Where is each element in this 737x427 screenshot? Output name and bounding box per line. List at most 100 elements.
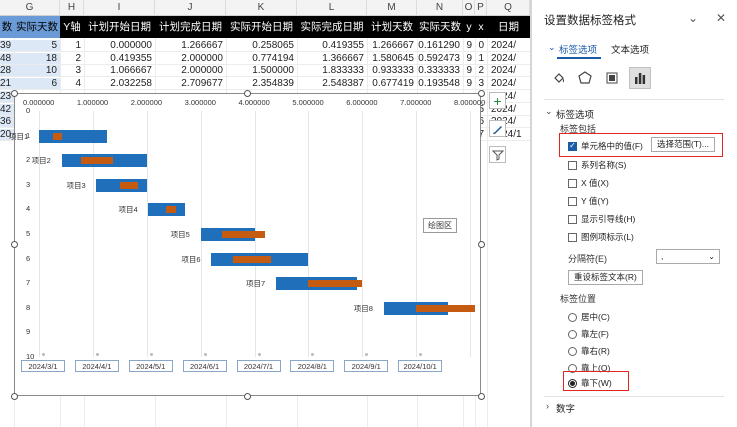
- header-cell[interactable]: 实际完成日期: [297, 16, 367, 38]
- project-label[interactable]: 项目7: [246, 278, 265, 289]
- actual-bar[interactable]: [416, 304, 476, 312]
- chevron-right-icon[interactable]: ›: [546, 401, 549, 411]
- format-data-labels-pane[interactable]: 设置数据标签格式 ⌄ ✕ ⌄ 标签选项 文本选项 ⌄ 标签选项 标签包括 ✓ 单…: [531, 0, 737, 427]
- project-label[interactable]: 项目2: [32, 155, 51, 166]
- table-cell[interactable]: 2.000000: [155, 65, 226, 78]
- date-data-label[interactable]: 2024/5/1: [128, 360, 173, 372]
- data-point[interactable]: [95, 353, 99, 356]
- checkbox-legend-key[interactable]: 图例项标示(L): [568, 231, 634, 243]
- header-cell[interactable]: 实际天数: [14, 16, 60, 38]
- column-header-q[interactable]: Q: [487, 0, 530, 16]
- table-cell[interactable]: 2: [475, 65, 487, 78]
- chart-elements-button[interactable]: +: [489, 92, 506, 109]
- header-cell[interactable]: 实际开始日期: [226, 16, 297, 38]
- plot-area[interactable]: 项目1 项目2 项目3 项目4 项目5 项目6 项目7 项目8: [9, 111, 476, 357]
- date-data-label[interactable]: 2024/9/1: [344, 360, 389, 372]
- column-header-o[interactable]: O: [463, 0, 475, 16]
- table-cell[interactable]: 2024/: [487, 40, 530, 52]
- table-cell[interactable]: 2.000000: [155, 53, 226, 65]
- tab-label-options[interactable]: 标签选项: [559, 42, 597, 56]
- table-cell[interactable]: 0.193548: [417, 78, 463, 91]
- date-data-label[interactable]: 2024/3/1: [21, 360, 65, 372]
- actual-bar[interactable]: [80, 157, 113, 165]
- table-cell[interactable]: 1.066667: [84, 65, 155, 78]
- table-cell[interactable]: 9: [463, 78, 475, 91]
- column-header-m[interactable]: M: [367, 0, 417, 16]
- radio-left[interactable]: 靠左(F): [568, 328, 609, 340]
- column-header-i[interactable]: I: [84, 0, 155, 16]
- section-label-options[interactable]: 标签选项: [556, 107, 594, 121]
- table-cell[interactable]: 42: [0, 103, 14, 116]
- date-data-label[interactable]: 2024/6/1: [182, 360, 227, 372]
- chevron-down-icon[interactable]: ⌄: [545, 106, 553, 117]
- checkbox-x-value[interactable]: X 值(X): [568, 177, 609, 189]
- table-cell[interactable]: 2024/: [487, 65, 530, 78]
- table-cell[interactable]: 48: [0, 52, 14, 65]
- table-cell[interactable]: 0.419355: [84, 53, 155, 65]
- resize-handle[interactable]: [478, 90, 485, 97]
- table-cell[interactable]: 39: [0, 40, 14, 52]
- table-cell[interactable]: 0.161290: [417, 40, 463, 52]
- table-cell[interactable]: 1: [475, 53, 487, 65]
- table-cell[interactable]: 2: [60, 53, 84, 65]
- tab-text-options[interactable]: 文本选项: [611, 42, 649, 56]
- table-cell[interactable]: 9: [463, 65, 475, 78]
- table-cell[interactable]: 18: [14, 52, 60, 65]
- table-cell[interactable]: 1.266667: [367, 40, 417, 52]
- gantt-chart[interactable]: 0.000000 1.000000 2.000000 3.000000 4.000000…: [9, 93, 485, 396]
- project-label[interactable]: 项目5: [171, 229, 190, 240]
- actual-bar[interactable]: [232, 255, 271, 263]
- header-cell[interactable]: 计划完成日期: [155, 16, 226, 38]
- project-label[interactable]: 项目6: [181, 254, 200, 265]
- table-cell[interactable]: 0.000000: [84, 40, 155, 52]
- column-header-j[interactable]: J: [155, 0, 226, 16]
- table-cell[interactable]: 9: [463, 40, 475, 52]
- checkbox-y-value[interactable]: Y 值(Y): [568, 195, 609, 207]
- column-header-p[interactable]: P: [475, 0, 487, 16]
- data-point[interactable]: [257, 353, 261, 356]
- column-header-n[interactable]: N: [417, 0, 463, 16]
- table-cell[interactable]: 2024/: [487, 53, 530, 65]
- header-cell[interactable]: 日期: [487, 16, 530, 38]
- table-cell[interactable]: 3: [60, 65, 84, 78]
- close-icon[interactable]: ✕: [716, 11, 726, 25]
- resize-handle[interactable]: [11, 241, 18, 248]
- effects-button[interactable]: [574, 67, 596, 89]
- resize-handle[interactable]: [244, 393, 251, 400]
- table-cell[interactable]: 9: [463, 53, 475, 65]
- chevron-down-icon[interactable]: ⌄: [688, 11, 698, 25]
- resize-handle[interactable]: [11, 90, 18, 97]
- column-header-k[interactable]: K: [226, 0, 297, 16]
- table-cell[interactable]: 2.354839: [226, 78, 297, 91]
- date-data-label[interactable]: 2024/8/1: [290, 360, 335, 372]
- column-header-g[interactable]: G: [0, 0, 60, 16]
- date-data-label[interactable]: 2024/10/1: [398, 360, 443, 372]
- header-cell[interactable]: Y轴: [60, 16, 84, 38]
- table-cell[interactable]: 0: [475, 40, 487, 52]
- table-cell[interactable]: 0.677419: [367, 78, 417, 91]
- table-cell[interactable]: 1.580645: [367, 53, 417, 65]
- actual-bar[interactable]: [119, 181, 138, 189]
- header-cell[interactable]: x: [475, 16, 487, 38]
- size-properties-button[interactable]: [601, 67, 623, 89]
- header-cell[interactable]: 计划开始日期: [84, 16, 155, 38]
- resize-handle[interactable]: [478, 241, 485, 248]
- table-cell[interactable]: 3: [475, 78, 487, 91]
- radio-right[interactable]: 靠右(R): [568, 345, 610, 357]
- data-point[interactable]: [149, 353, 153, 356]
- table-cell[interactable]: 0.333333: [417, 65, 463, 78]
- header-cell[interactable]: 数: [0, 16, 14, 38]
- column-header-l[interactable]: L: [297, 0, 367, 16]
- resize-handle[interactable]: [11, 393, 18, 400]
- table-cell[interactable]: 1.366667: [297, 53, 367, 65]
- chart-styles-button[interactable]: [489, 120, 506, 137]
- spreadsheet[interactable]: G H I J K L M N O P Q 数 实际天数 Y轴 计划开始日期 计…: [0, 0, 530, 427]
- planned-bar[interactable]: [39, 129, 108, 143]
- date-data-label[interactable]: 2024/7/1: [236, 360, 281, 372]
- table-cell[interactable]: 2.709677: [155, 78, 226, 91]
- reset-label-text-button[interactable]: 重设标签文本(R): [568, 270, 643, 285]
- table-cell[interactable]: 1.500000: [226, 65, 297, 78]
- section-number[interactable]: 数字: [556, 401, 575, 415]
- table-cell[interactable]: 4: [60, 78, 84, 91]
- actual-bar[interactable]: [165, 206, 177, 214]
